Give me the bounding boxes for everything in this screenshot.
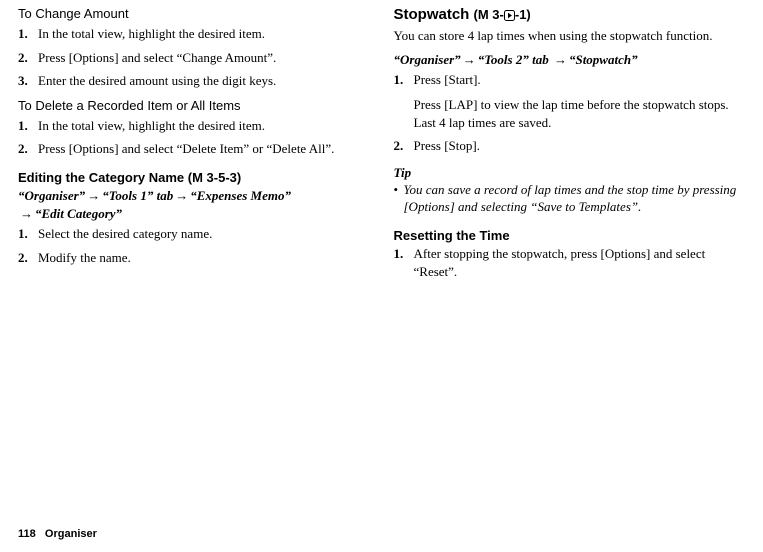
section-label: Organiser bbox=[45, 528, 97, 540]
steps-delete-item: 1.In the total view, highlight the desir… bbox=[18, 117, 370, 158]
list-item: 3.Enter the desired amount using the dig… bbox=[18, 72, 370, 90]
list-item: 1.After stopping the stopwatch, press [O… bbox=[394, 245, 746, 280]
steps-reset: 1.After stopping the stopwatch, press [O… bbox=[394, 245, 746, 280]
steps-stopwatch: 1.Press [Start]. bbox=[394, 71, 746, 89]
list-item: 1.In the total view, highlight the desir… bbox=[18, 25, 370, 43]
left-column: To Change Amount 1.In the total view, hi… bbox=[18, 6, 370, 288]
arrow-icon: → bbox=[463, 52, 476, 67]
sub-text: Press [LAP] to view the lap time before … bbox=[414, 96, 746, 131]
heading-edit-category: Editing the Category Name (M 3-5-3) bbox=[18, 170, 370, 185]
arrow-icon: → bbox=[175, 188, 188, 203]
heading-delete-item: To Delete a Recorded Item or All Items bbox=[18, 98, 370, 113]
arrow-icon: → bbox=[554, 52, 567, 67]
list-item: 2.Press [Stop]. bbox=[394, 137, 746, 155]
right-column: Stopwatch (M 3--1) You can store 4 lap t… bbox=[394, 6, 746, 288]
list-item: 2.Modify the name. bbox=[18, 249, 370, 267]
list-item: 1.Select the desired category name. bbox=[18, 225, 370, 243]
page-footer: 118 Organiser bbox=[18, 528, 97, 540]
page-number: 118 bbox=[18, 528, 36, 540]
steps-stopwatch-2: 2.Press [Stop]. bbox=[394, 137, 746, 155]
arrow-icon: → bbox=[20, 206, 33, 221]
menu-code: (M 3-5-3) bbox=[188, 170, 241, 185]
tip-body: • You can save a record of lap times and… bbox=[394, 181, 746, 216]
intro-text: You can store 4 lap times when using the… bbox=[394, 27, 746, 45]
breadcrumb: “Organiser”→“Tools 2” tab →“Stopwatch” bbox=[394, 51, 746, 69]
list-item: 1.In the total view, highlight the desir… bbox=[18, 117, 370, 135]
list-item: 2.Press [Options] and select “Change Amo… bbox=[18, 49, 370, 67]
heading-reset: Resetting the Time bbox=[394, 228, 746, 243]
breadcrumb: “Organiser”→“Tools 1” tab→“Expenses Memo… bbox=[18, 187, 370, 223]
arrow-icon: → bbox=[87, 188, 100, 203]
steps-change-amount: 1.In the total view, highlight the desir… bbox=[18, 25, 370, 90]
right-key-icon bbox=[504, 10, 515, 21]
heading-stopwatch: Stopwatch (M 3--1) bbox=[394, 6, 746, 23]
menu-code: (M 3--1) bbox=[474, 7, 531, 22]
heading-change-amount: To Change Amount bbox=[18, 6, 370, 21]
tip-label: Tip bbox=[394, 165, 746, 181]
list-item: 2.Press [Options] and select “Delete Ite… bbox=[18, 140, 370, 158]
list-item: 1.Press [Start]. bbox=[394, 71, 746, 89]
steps-edit-category: 1.Select the desired category name. 2.Mo… bbox=[18, 225, 370, 266]
